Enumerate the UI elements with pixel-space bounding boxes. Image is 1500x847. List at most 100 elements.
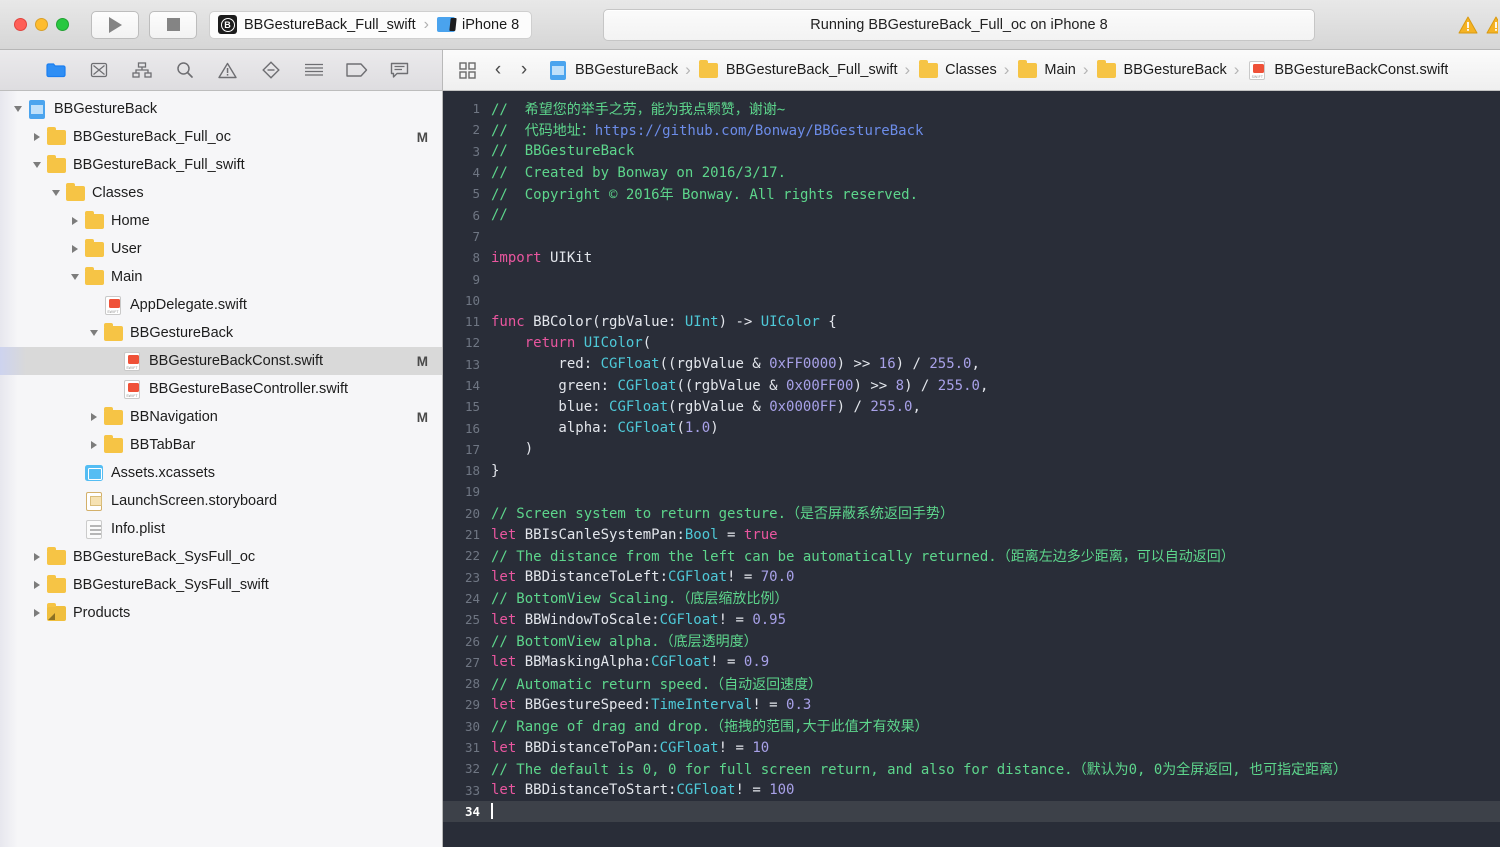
tree-row[interactable]: LaunchScreen.storyboard — [0, 487, 442, 515]
tree-row[interactable]: BBGestureBaseController.swift — [0, 375, 442, 403]
symbol-navigator-icon[interactable] — [120, 55, 163, 85]
find-navigator-icon[interactable] — [163, 55, 206, 85]
code-line[interactable]: 1 // 希望您的举手之劳，能为我点颗赞，谢谢~ — [443, 98, 1500, 119]
disclosure-triangle-open-icon[interactable] — [48, 179, 64, 207]
disclosure-triangle-open-icon[interactable] — [29, 151, 45, 179]
disclosure-triangle-closed-icon[interactable] — [67, 235, 83, 263]
code-line[interactable]: 24 // BottomView Scaling.（底层缩放比例） — [443, 588, 1500, 609]
tree-row[interactable]: BBTabBar — [0, 431, 442, 459]
breadcrumb-item[interactable]: BBGestureBackConst.swift — [1246, 60, 1448, 80]
disclosure-triangle-closed-icon[interactable] — [29, 123, 45, 151]
project-navigator-icon[interactable] — [34, 55, 77, 85]
breadcrumb-item[interactable]: Classes — [917, 60, 997, 80]
code-line[interactable]: 17 ) — [443, 439, 1500, 460]
project-file-tree[interactable]: BBGestureBack BBGestureBack_Full_oc M BBGes… — [0, 91, 442, 847]
code-line-text: // Range of drag and drop.（拖拽的范围,大于此值才有效… — [491, 716, 929, 736]
code-token-ty: UIColor — [760, 313, 820, 330]
code-line[interactable]: 28 // Automatic return speed.（自动返回速度） — [443, 673, 1500, 694]
code-line[interactable]: 20 // Screen system to return gesture.（是否… — [443, 503, 1500, 524]
code-line[interactable]: 29 let BBGestureSpeed:TimeInterval! = 0.3 — [443, 694, 1500, 715]
code-line[interactable]: 12 return UIColor( — [443, 332, 1500, 353]
code-line[interactable]: 33 let BBDistanceToStart:CGFloat! = 100 — [443, 780, 1500, 801]
back-button[interactable]: ‹ — [485, 57, 511, 83]
code-line[interactable]: 21 let BBIsCanleSystemPan:Bool = true — [443, 524, 1500, 545]
disclosure-triangle-closed-icon[interactable] — [67, 207, 83, 235]
issue-navigator-icon[interactable] — [206, 55, 249, 85]
report-navigator-icon[interactable] — [378, 55, 421, 85]
code-line[interactable]: 27 let BBMaskingAlpha:CGFloat! = 0.9 — [443, 652, 1500, 673]
code-line[interactable]: 16 alpha: CGFloat(1.0) — [443, 417, 1500, 438]
tree-row[interactable]: BBGestureBack — [0, 319, 442, 347]
disclosure-triangle-open-icon[interactable] — [67, 263, 83, 291]
source-code-editor[interactable]: 1 // 希望您的举手之劳，能为我点颗赞，谢谢~ 2 // 代码地址：https://… — [443, 91, 1500, 847]
code-line[interactable]: 3 // BBGestureBack — [443, 141, 1500, 162]
disclosure-triangle-closed-icon[interactable] — [86, 431, 102, 459]
tree-row[interactable]: BBGestureBack_Full_swift — [0, 151, 442, 179]
code-line[interactable]: 6 // — [443, 204, 1500, 225]
debug-navigator-icon[interactable] — [292, 55, 335, 85]
tree-row[interactable]: BBGestureBackConst.swift M — [0, 347, 442, 375]
code-line[interactable]: 10 — [443, 290, 1500, 311]
close-button[interactable] — [14, 18, 27, 31]
code-line[interactable]: 11 func BBColor(rgbValue: UInt) -> UIColo… — [443, 311, 1500, 332]
tree-row[interactable]: BBGestureBack_Full_oc M — [0, 123, 442, 151]
code-line[interactable]: 26 // BottomView alpha.（底层透明度） — [443, 630, 1500, 651]
tree-row-label: BBGestureBack — [130, 325, 234, 341]
scheme-destination-selector[interactable]: B BBGestureBack_Full_swift › iPhone 8 — [209, 10, 533, 39]
tree-row[interactable]: BBGestureBack — [0, 95, 442, 123]
code-line[interactable]: 23 let BBDistanceToLeft:CGFloat! = 70.0 — [443, 567, 1500, 588]
tree-row[interactable]: Home — [0, 207, 442, 235]
code-line[interactable]: 2 // 代码地址：https://github.com/Bonway/BBGes… — [443, 119, 1500, 140]
test-navigator-icon[interactable] — [249, 55, 292, 85]
disclosure-triangle-closed-icon[interactable] — [29, 599, 45, 627]
tree-row[interactable]: BBGestureBack_SysFull_swift — [0, 571, 442, 599]
forward-button[interactable]: › — [511, 57, 537, 83]
code-line[interactable]: 34 — [443, 800, 1500, 823]
minimize-button[interactable] — [35, 18, 48, 31]
disclosure-triangle-closed-icon[interactable] — [29, 571, 45, 599]
disclosure-triangle-open-icon[interactable] — [10, 95, 26, 123]
tree-row[interactable]: Classes — [0, 179, 442, 207]
code-token-pl: BBDistanceToLeft: — [516, 569, 669, 586]
stop-button[interactable] — [149, 10, 197, 39]
breadcrumb[interactable]: BBGestureBack › BBGestureBack_Full_swift › C… — [547, 60, 1448, 80]
code-line[interactable]: 14 green: CGFloat((rgbValue & 0x00FF00) … — [443, 375, 1500, 396]
tree-row[interactable]: Assets.xcassets — [0, 459, 442, 487]
code-line[interactable]: 8 import UIKit — [443, 247, 1500, 268]
editor-layout-icon[interactable] — [453, 61, 481, 79]
issue-summary[interactable] — [1458, 0, 1500, 50]
breadcrumb-item[interactable]: BBGestureBack_Full_swift — [698, 60, 898, 80]
code-line[interactable]: 7 — [443, 226, 1500, 247]
disclosure-triangle-closed-icon[interactable] — [86, 403, 102, 431]
code-line[interactable]: 25 let BBWindowToScale:CGFloat! = 0.95 — [443, 609, 1500, 630]
code-token-kw: let — [491, 654, 517, 671]
code-line[interactable]: 13 red: CGFloat((rgbValue & 0xFF0000) >>… — [443, 354, 1500, 375]
source-control-navigator-icon[interactable] — [77, 55, 120, 85]
code-line[interactable]: 19 — [443, 481, 1500, 502]
code-line[interactable]: 32 // The default is 0, 0 for full screen… — [443, 758, 1500, 779]
code-line[interactable]: 18} — [443, 460, 1500, 481]
code-line[interactable]: 9 — [443, 268, 1500, 289]
tree-row[interactable]: Products — [0, 599, 442, 627]
breakpoint-navigator-icon[interactable] — [335, 55, 378, 85]
tree-row[interactable]: Main — [0, 263, 442, 291]
breadcrumb-item[interactable]: Main — [1016, 60, 1076, 80]
code-line[interactable]: 15 blue: CGFloat(rgbValue & 0x0000FF) / … — [443, 396, 1500, 417]
tree-row[interactable]: BBGestureBack_SysFull_oc — [0, 543, 442, 571]
tree-row[interactable]: AppDelegate.swift — [0, 291, 442, 319]
code-line[interactable]: 5 // Copyright © 2016年 Bonway. All rights… — [443, 183, 1500, 204]
code-line[interactable]: 22 // The distance from the left can be a… — [443, 545, 1500, 566]
tree-row[interactable]: BBNavigation M — [0, 403, 442, 431]
disclosure-triangle-closed-icon[interactable] — [29, 543, 45, 571]
code-line[interactable]: 30 // Range of drag and drop.（拖拽的范围,大于此值才… — [443, 716, 1500, 737]
code-line[interactable]: 31 let BBDistanceToPan:CGFloat! = 10 — [443, 737, 1500, 758]
disclosure-triangle-open-icon[interactable] — [86, 319, 102, 347]
folder-icon — [45, 126, 67, 147]
zoom-button[interactable] — [56, 18, 69, 31]
breadcrumb-item[interactable]: BBGestureBack — [1096, 60, 1227, 80]
breadcrumb-item[interactable]: BBGestureBack — [547, 60, 678, 80]
tree-row[interactable]: Info.plist — [0, 515, 442, 543]
code-line[interactable]: 4 // Created by Bonway on 2016/3/17. — [443, 162, 1500, 183]
run-button[interactable] — [91, 10, 139, 39]
tree-row[interactable]: User — [0, 235, 442, 263]
